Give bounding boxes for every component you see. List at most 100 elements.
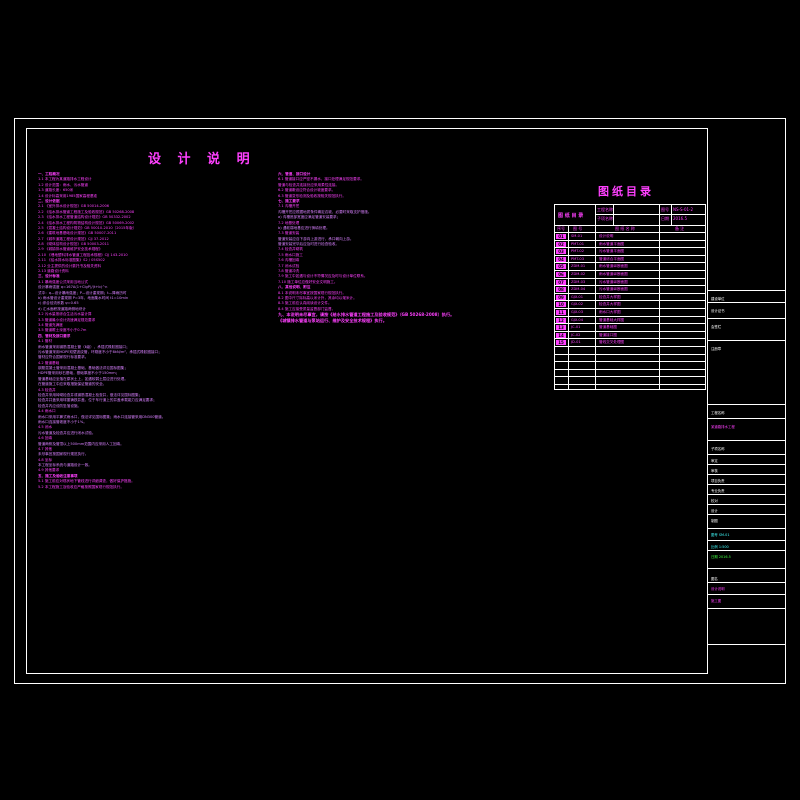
index-row-name: 检查井大样图 xyxy=(599,302,621,307)
index-row-code: ZDM-02 xyxy=(571,271,586,276)
index-row-code: GJX-02 xyxy=(571,302,583,307)
index-row: 03 PMT-02 污水管道平面图 xyxy=(555,248,705,256)
index-row-seq: 01 xyxy=(556,234,566,239)
index-row-name: 雨水口大样图 xyxy=(599,309,621,314)
title-block-field: 施工图 xyxy=(711,599,722,603)
sub-label: 子项名称 xyxy=(597,216,613,221)
index-row-code: JC-02 xyxy=(571,332,581,337)
index-column-headers: 序号 图 号 图 纸 名 称 备 注 xyxy=(555,225,705,233)
title-block-field: 项目负责 xyxy=(711,479,725,483)
title-block-rule xyxy=(708,440,786,441)
title-block-rule xyxy=(708,608,786,609)
title-block-field: 会签栏 xyxy=(711,325,722,329)
index-row-seq: 15 xyxy=(556,340,566,346)
drawing-no-label: 图号 xyxy=(661,207,669,212)
title-block: 建设单位 设计证书 会签栏 注册章 工程名称 某道路排水工程 子项名称 审定 审核 项目负责 专业负… xyxy=(708,128,786,684)
index-row-code: ZDM-01 xyxy=(571,264,586,269)
index-row-name: 污水管道纵断面图 xyxy=(599,287,628,292)
title-block-rule xyxy=(708,484,786,485)
title-block-rule xyxy=(708,568,786,569)
col-code: 图 号 xyxy=(573,226,583,231)
title-block-rule xyxy=(708,514,786,515)
index-row-name: 设计说明 xyxy=(599,234,614,238)
index-row-name: 雨水管道纵断面图 xyxy=(599,271,628,276)
title-block-field: 设计说明 xyxy=(711,587,725,591)
title-block-rule xyxy=(708,302,786,303)
index-row-code: PMT-02 xyxy=(571,249,585,254)
title-block-field: 审核 xyxy=(711,469,718,473)
index-row-seq: 06 xyxy=(556,271,566,277)
index-row-name: 管道接口图 xyxy=(599,332,617,337)
index-row-seq: 04 xyxy=(556,256,566,262)
index-row: 08 ZDM-04 污水管道纵断面图 xyxy=(555,286,705,294)
drawing-index-table: 图 纸 目 录 工程名称 子项名称 图号 日期 NS-S-01-2 2016.5… xyxy=(554,204,706,390)
title-block-rule xyxy=(708,582,786,583)
index-row: 07 ZDM-03 污水管道纵断面图 xyxy=(555,279,705,287)
index-row-seq: 05 xyxy=(556,264,566,270)
index-row-code: GJX-01 xyxy=(571,294,583,299)
title-block-field: 校对 xyxy=(711,499,718,503)
index-row-seq: 08 xyxy=(556,287,566,293)
notes-middle-column: 六、管道、接口设计 6.1 管道接口应严密不漏水，接口处理满足规范要求。 管道与检… xyxy=(278,172,556,323)
index-row-name: 管线交叉处理图 xyxy=(599,340,625,345)
index-rows: 01 SM-01 设计说明 02 PMT-01 雨水管道平面图 03 PMT-02 污水管道平面… xyxy=(555,233,705,385)
index-row: 15 JD-01 管线交叉处理图 xyxy=(555,339,705,347)
index-row-code: ZDM-03 xyxy=(571,279,586,284)
index-header: 图 纸 目 录 工程名称 子项名称 图号 日期 NS-S-01-2 2016.5 xyxy=(555,205,705,226)
index-row-seq: 09 xyxy=(556,294,566,300)
index-title: 图纸目录 xyxy=(598,185,654,198)
col-name: 图 纸 名 称 xyxy=(615,226,635,231)
index-row xyxy=(555,347,705,355)
index-row: 09 GJX-01 检查井大样图 xyxy=(555,294,705,302)
index-row xyxy=(555,370,705,378)
index-row-code: ZDM-04 xyxy=(571,287,586,292)
title-block-rule xyxy=(708,404,786,405)
title-block-rule xyxy=(708,644,786,645)
title-block-rule xyxy=(708,340,786,341)
index-row-name: 污水管道平面图 xyxy=(599,249,625,254)
drawing-code: NS-S-01-2 xyxy=(673,207,694,212)
index-row-seq: 11 xyxy=(556,309,566,315)
title-block-field: 某道路排水工程 xyxy=(711,425,735,429)
index-row-seq: 10 xyxy=(556,302,566,308)
title-block-rule xyxy=(708,454,786,455)
title-block-rule xyxy=(708,540,786,541)
title-block-rule xyxy=(708,290,786,291)
index-row-code: PMT-03 xyxy=(571,256,585,261)
index-row: 11 GJX-03 雨水口大样图 xyxy=(555,309,705,317)
title-block-rule xyxy=(708,474,786,475)
col-remark: 备 注 xyxy=(675,226,685,231)
title-block-field: 图名 xyxy=(711,577,718,581)
title-block-field: 比例 1:500 xyxy=(711,545,729,549)
title-block-rule xyxy=(708,550,786,551)
title-block-field: 建设单位 xyxy=(711,297,725,301)
index-row: 02 PMT-01 雨水管道平面图 xyxy=(555,241,705,249)
index-row: 13 JC-01 管道基础图 xyxy=(555,324,705,332)
title-block-field: 注册章 xyxy=(711,347,722,351)
index-row: 05 ZDM-01 雨水管道纵断面图 xyxy=(555,263,705,271)
index-row: 01 SM-01 设计说明 xyxy=(555,233,705,241)
title-block-rule xyxy=(708,594,786,595)
index-row-name: 管道基础图 xyxy=(599,325,617,330)
date-label: 日期 xyxy=(661,216,669,221)
index-row xyxy=(555,362,705,370)
index-row-code: GJX-03 xyxy=(571,309,583,314)
index-row-code: JD-01 xyxy=(571,340,581,345)
index-row-name: 检查井大样图 xyxy=(599,294,621,299)
page-title: 设 计 说 明 xyxy=(148,152,256,167)
index-row-seq: 07 xyxy=(556,279,566,285)
title-block-field: 审定 xyxy=(711,459,718,463)
title-block-field: 制图 xyxy=(711,519,718,523)
title-block-field: 工程名称 xyxy=(711,411,725,415)
index-row-seq: 14 xyxy=(556,332,566,338)
title-block-rule xyxy=(708,494,786,495)
index-row xyxy=(555,377,705,385)
index-row-name: 雨水管道纵断面图 xyxy=(599,264,628,269)
title-block-field: 子项名称 xyxy=(711,447,725,451)
index-date: 2016.5 xyxy=(673,216,687,221)
index-row-code: SM-01 xyxy=(571,234,583,238)
index-row-name: 雨水管道平面图 xyxy=(599,241,625,246)
title-block-rule xyxy=(708,528,786,529)
index-row-seq: 13 xyxy=(556,325,566,331)
index-row-code: PMT-01 xyxy=(571,241,585,246)
